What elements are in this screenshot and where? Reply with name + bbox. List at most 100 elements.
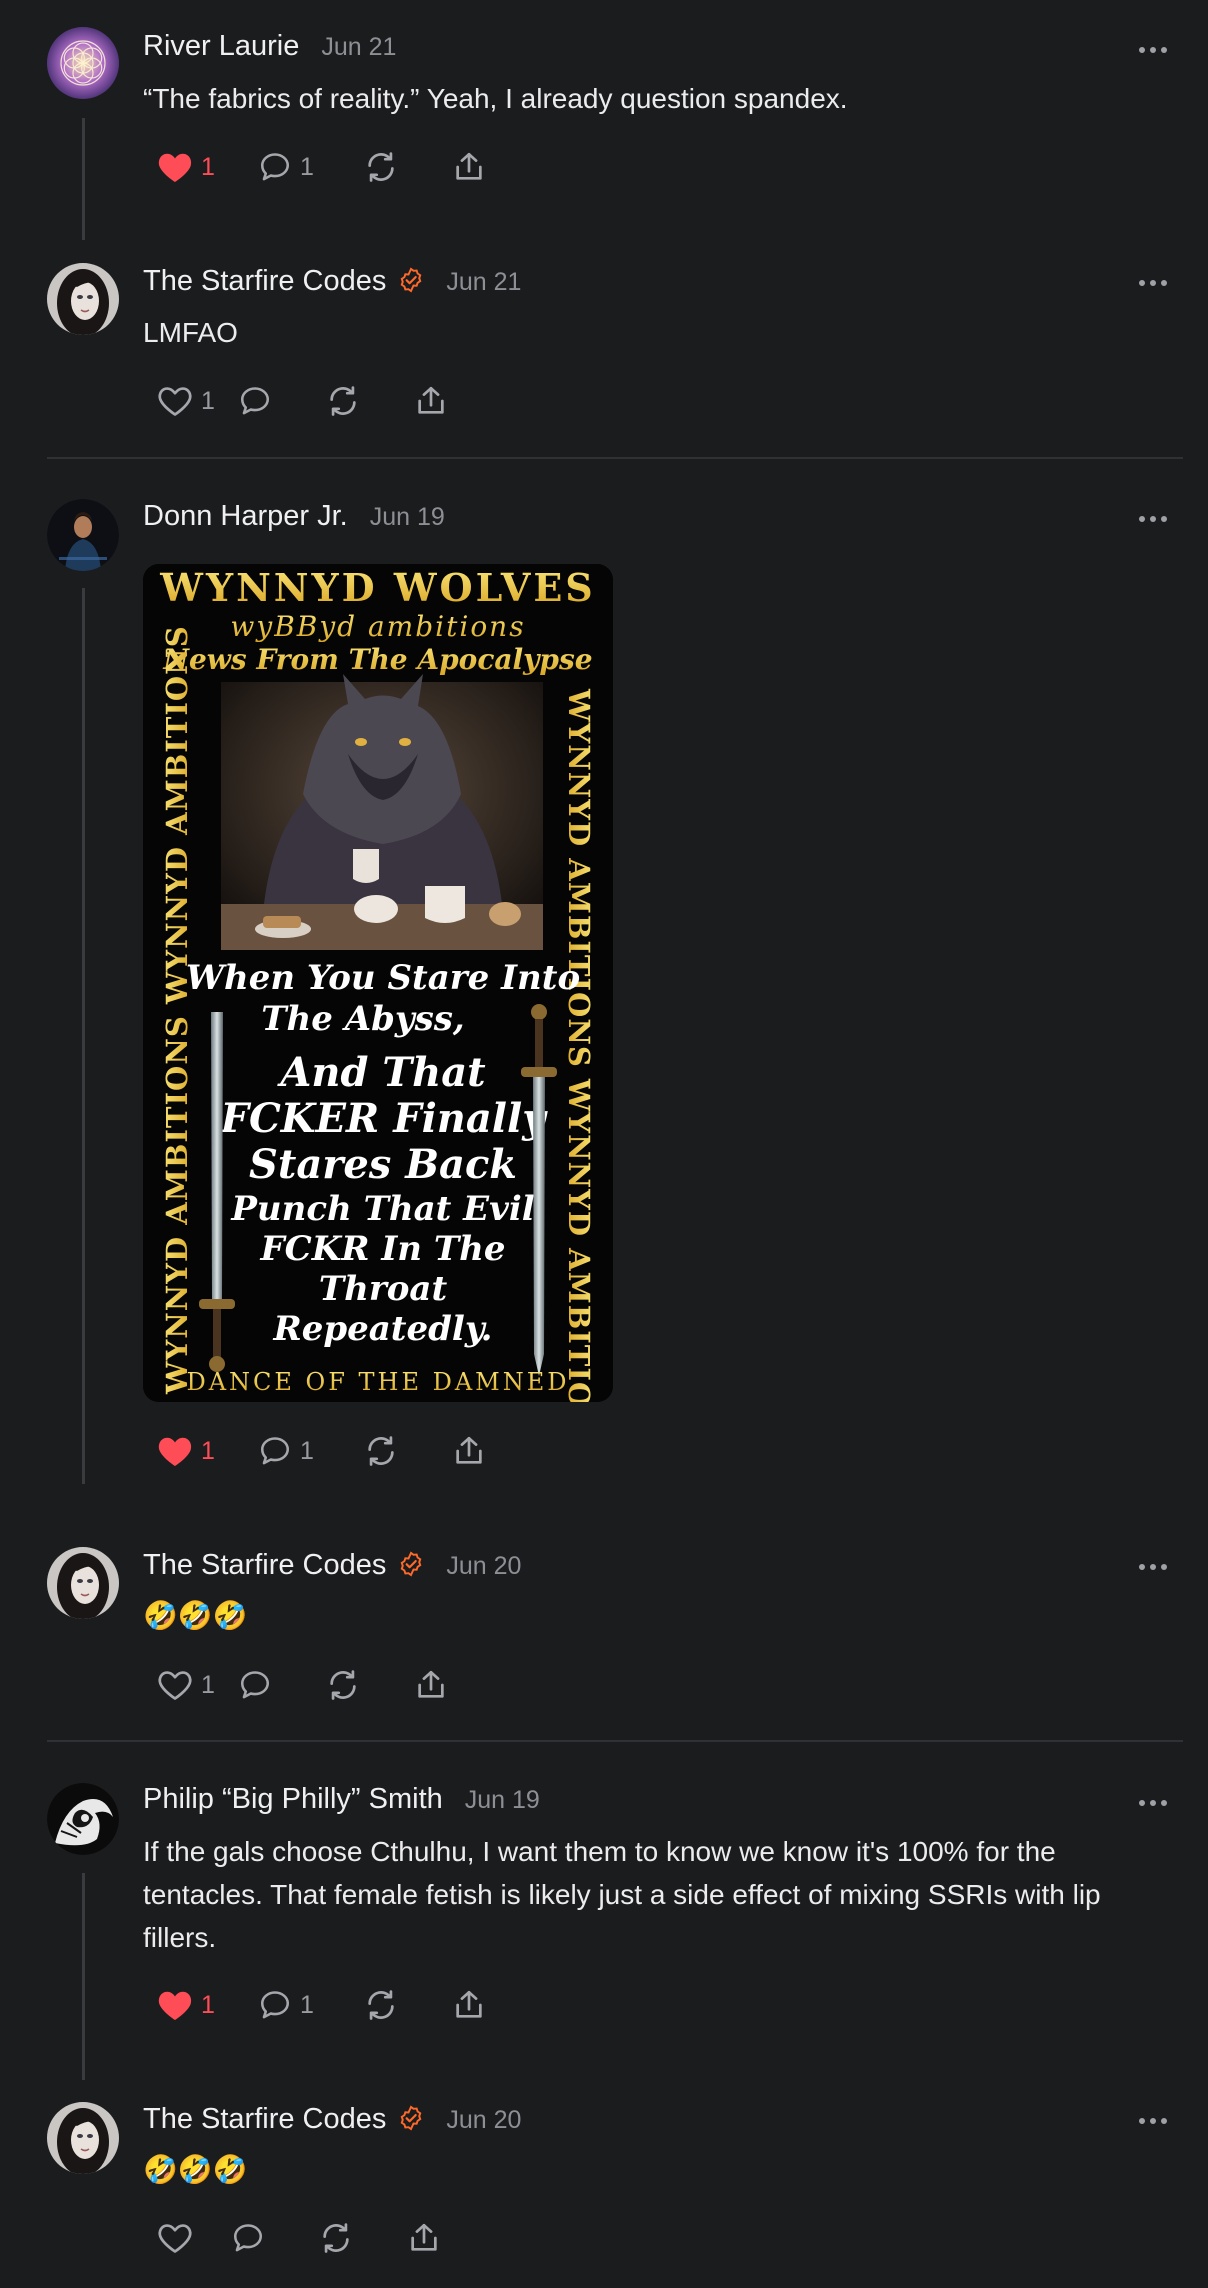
- more-icon[interactable]: [1131, 1793, 1175, 1813]
- like-button[interactable]: 1: [143, 1426, 244, 1476]
- thread-connector: [82, 118, 85, 240]
- author-name[interactable]: River Laurie: [143, 30, 299, 63]
- reply-button[interactable]: [238, 376, 326, 426]
- post-image[interactable]: WYNNYD WOLVES wyBByd ambitions News From…: [143, 564, 613, 1402]
- reply-count: 1: [300, 1990, 314, 2019]
- more-icon[interactable]: [1131, 40, 1175, 60]
- share-icon: [411, 2223, 437, 2251]
- heart-icon: [158, 153, 192, 182]
- poster-side-right: WYNNYD AMBITIONS WYNNYD AMBITIONS: [562, 688, 596, 1402]
- author-name[interactable]: The Starfire Codes: [143, 1549, 386, 1582]
- share-button[interactable]: [428, 1980, 488, 2030]
- reply-button[interactable]: [238, 1660, 326, 1710]
- repost-icon: [323, 2223, 349, 2253]
- reply-button[interactable]: [231, 2213, 319, 2263]
- heart-icon: [158, 2224, 192, 2253]
- post-header: The Starfire Codes Jun 20: [143, 1548, 521, 1588]
- share-icon: [456, 1990, 482, 2018]
- thread-divider: [47, 457, 1183, 459]
- heart-icon: [158, 1991, 192, 2020]
- share-icon: [418, 1670, 444, 1698]
- poster-side-left: WYNNYD AMBITIONS WYNNYD AMBITIONS: [160, 625, 194, 1395]
- poster-line-8: Throat: [319, 1269, 448, 1309]
- post-text: 🤣🤣🤣: [143, 2154, 248, 2185]
- more-icon[interactable]: [1131, 2111, 1175, 2131]
- share-button[interactable]: [428, 1426, 488, 1476]
- repost-icon: [368, 152, 394, 182]
- action-bar: [143, 2213, 467, 2263]
- share-icon: [418, 386, 444, 414]
- repost-button[interactable]: [340, 1980, 428, 2030]
- post-date[interactable]: Jun 20: [446, 2106, 521, 2135]
- verified-icon: [401, 267, 422, 293]
- action-bar: 1: [143, 1660, 474, 1710]
- reply-button[interactable]: 1: [244, 1980, 340, 2030]
- post-date[interactable]: Jun 20: [446, 1552, 521, 1581]
- share-button[interactable]: [414, 376, 474, 426]
- post-river-laurie: River Laurie Jun 21 “The fabrics of real…: [0, 0, 1208, 240]
- comment-icon: [260, 153, 290, 181]
- repost-button[interactable]: [326, 376, 414, 426]
- avatar[interactable]: [47, 2102, 119, 2174]
- share-button[interactable]: [414, 1660, 474, 1710]
- like-button[interactable]: 1: [143, 142, 244, 192]
- avatar[interactable]: [47, 1783, 119, 1855]
- heart-icon: [158, 387, 192, 416]
- post-date[interactable]: Jun 21: [321, 33, 396, 62]
- wolf-illustration: [221, 674, 543, 950]
- share-button[interactable]: [407, 2213, 467, 2263]
- heart-icon: [158, 1437, 192, 1466]
- repost-button[interactable]: [319, 2213, 407, 2263]
- author-name[interactable]: The Starfire Codes: [143, 2103, 386, 2136]
- reply-button[interactable]: 1: [244, 142, 340, 192]
- verified-icon: [401, 1551, 422, 1577]
- like-button[interactable]: 1: [143, 376, 238, 426]
- like-count: 1: [201, 1436, 215, 1465]
- comment-icon: [233, 2224, 263, 2252]
- repost-button[interactable]: [326, 1660, 414, 1710]
- post-header: The Starfire Codes Jun 21: [143, 264, 521, 304]
- repost-icon: [330, 386, 356, 416]
- post-philip-smith: Philip “Big Philly” Smith Jun 19 If the …: [0, 1743, 1208, 2090]
- thread-connector: [82, 986, 85, 1484]
- author-name[interactable]: Philip “Big Philly” Smith: [143, 1783, 443, 1816]
- avatar[interactable]: [47, 1547, 119, 1619]
- like-button[interactable]: 1: [143, 1660, 238, 1710]
- author-name[interactable]: Donn Harper Jr.: [143, 500, 348, 533]
- avatar[interactable]: [47, 499, 119, 571]
- post-text: 🤣🤣🤣: [143, 1600, 248, 1631]
- repost-icon: [368, 1990, 394, 2020]
- repost-button[interactable]: [340, 1426, 428, 1476]
- like-count: 1: [201, 1990, 215, 2019]
- action-bar: 1 1: [143, 1426, 488, 1476]
- poster-line-5: Stares Back: [249, 1141, 517, 1188]
- repost-button[interactable]: [340, 142, 428, 192]
- post-date[interactable]: Jun 19: [370, 503, 445, 532]
- avatar[interactable]: [47, 263, 119, 335]
- like-count: 1: [201, 386, 215, 415]
- share-button[interactable]: [428, 142, 488, 192]
- poster-line-3: And That: [276, 1049, 486, 1096]
- post-text: “The fabrics of reality.” Yeah, I alread…: [143, 83, 848, 114]
- share-icon: [456, 1436, 482, 1464]
- post-header: River Laurie Jun 21: [143, 30, 396, 70]
- avatar[interactable]: [47, 27, 119, 99]
- heart-icon: [158, 1671, 192, 1700]
- more-icon[interactable]: [1131, 273, 1175, 293]
- poster-artwork: WYNNYD WOLVES wyBByd ambitions News From…: [143, 564, 613, 1402]
- poster-line-7: FCKR In The: [260, 1229, 506, 1269]
- post-starfire-reply: The Starfire Codes Jun 20 🤣🤣🤣 1: [0, 1534, 1208, 1740]
- action-bar: 1: [143, 376, 474, 426]
- post-date[interactable]: Jun 21: [446, 268, 521, 297]
- post-starfire-reply: The Starfire Codes Jun 21 LMFAO 1: [0, 230, 1208, 458]
- more-icon[interactable]: [1131, 509, 1175, 529]
- like-button[interactable]: 1: [143, 1980, 244, 2030]
- more-icon[interactable]: [1131, 1557, 1175, 1577]
- reply-button[interactable]: 1: [244, 1426, 340, 1476]
- like-button[interactable]: [143, 2213, 231, 2263]
- post-date[interactable]: Jun 19: [465, 1786, 540, 1815]
- share-icon: [456, 152, 482, 180]
- comment-icon: [240, 387, 270, 415]
- author-name[interactable]: The Starfire Codes: [143, 265, 386, 298]
- comment-icon: [260, 1437, 290, 1465]
